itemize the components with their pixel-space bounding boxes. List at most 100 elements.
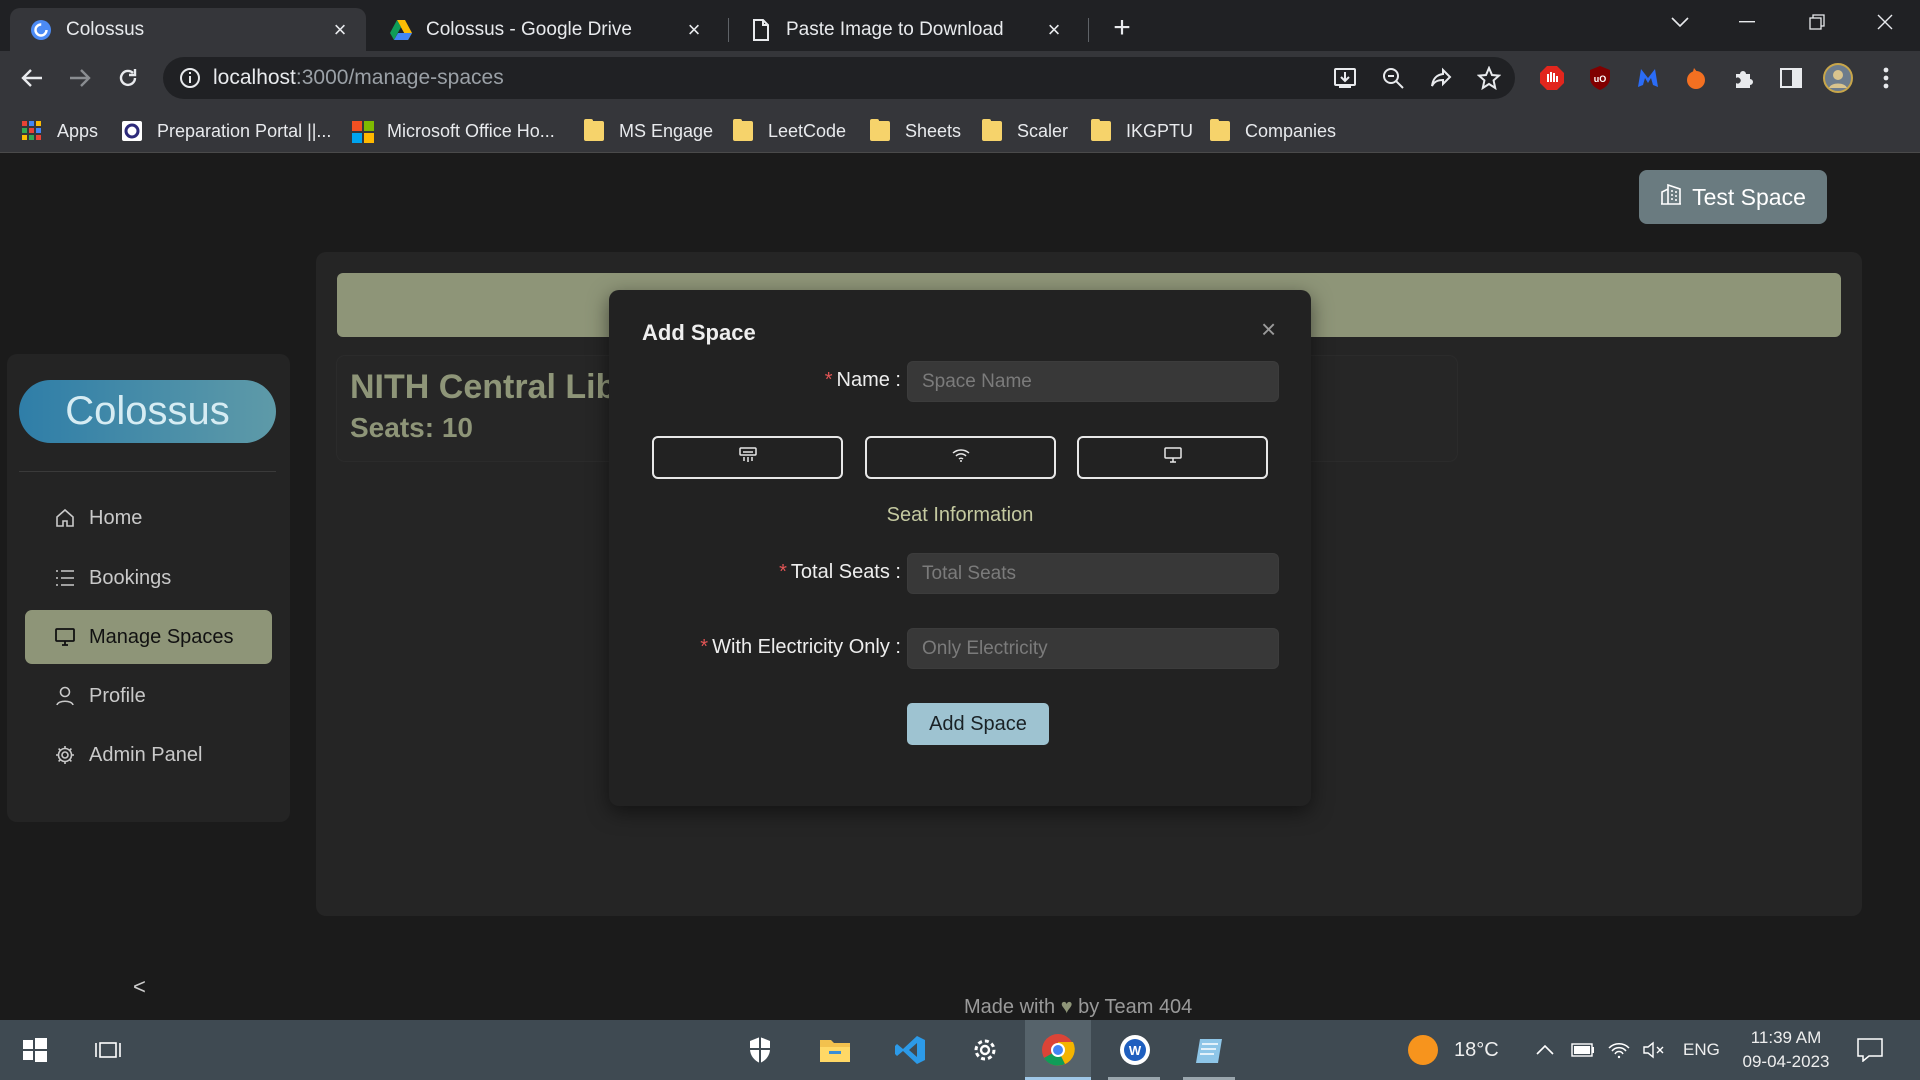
bookmark-ikgptu[interactable]: IKGPTU (1091, 114, 1193, 148)
user-icon (55, 686, 75, 706)
collapse-sidebar-chevron-icon[interactable]: < (133, 974, 146, 1000)
bookmark-leetcode[interactable]: LeetCode (733, 114, 846, 148)
new-tab-button[interactable]: + (1104, 10, 1140, 46)
settings-gear-icon[interactable] (963, 1028, 1007, 1072)
clock-date: 09-04-2023 (1742, 1052, 1830, 1071)
sidebar-item-label: Admin Panel (89, 743, 203, 766)
bookmark-label: LeetCode (768, 120, 847, 141)
ac-icon (738, 447, 757, 468)
show-hidden-icons-chevron-icon[interactable] (1536, 1020, 1554, 1080)
url-host: localhost (213, 66, 296, 89)
word-app-icon[interactable]: W (1113, 1028, 1157, 1072)
sidebar-item-manage-spaces[interactable]: Manage Spaces (25, 610, 272, 664)
back-arrow-icon[interactable] (12, 58, 52, 98)
vscode-icon[interactable] (888, 1028, 932, 1072)
space-name-input[interactable] (907, 361, 1279, 402)
tab-paste-image[interactable]: Paste Image to Download × (730, 8, 1080, 51)
electricity-label-text: With Electricity Only (712, 636, 890, 658)
svg-text:W: W (1129, 1043, 1142, 1058)
notepad-app-icon[interactable] (1188, 1028, 1232, 1072)
sidebar-item-home[interactable]: Home (25, 491, 272, 545)
bookmark-sheets[interactable]: Sheets (870, 114, 961, 148)
bookmark-apps[interactable]: Apps (22, 114, 98, 148)
restore-window-icon[interactable] (1782, 0, 1852, 44)
windows-taskbar: W 18°C ENG 11:39 AM 09-04-2023 (0, 1020, 1920, 1080)
ublock-extension-icon[interactable]: uO (1580, 58, 1620, 98)
chrome-icon[interactable] (1036, 1028, 1080, 1072)
profile-avatar[interactable] (1818, 58, 1858, 98)
tab-colossus[interactable]: Colossus × (10, 8, 366, 51)
current-space-label: Test Space (1692, 183, 1806, 210)
battery-icon[interactable] (1571, 1020, 1595, 1080)
site-info-icon[interactable] (179, 67, 201, 94)
bookmark-label: Microsoft Office Ho... (387, 120, 555, 141)
close-tab-icon[interactable]: × (328, 17, 352, 42)
tab-google-drive[interactable]: Colossus - Google Drive × (370, 8, 720, 51)
sidebar-item-label: Profile (89, 684, 146, 707)
bookmark-star-icon[interactable] (1476, 65, 1502, 95)
current-space-button[interactable]: Test Space (1639, 170, 1827, 224)
extensions-puzzle-icon[interactable] (1724, 58, 1764, 98)
modal-title: Add Space (642, 320, 756, 345)
apps-grid-icon (22, 121, 42, 141)
sidebar-item-label: Bookings (89, 566, 172, 589)
address-bar[interactable]: localhost:3000/manage-spaces (163, 57, 1515, 99)
bookmark-label: IKGPTU (1126, 120, 1194, 141)
tab-search-chevron-icon[interactable] (1645, 0, 1715, 44)
monitor-icon (1163, 447, 1182, 468)
bookmark-label: Sheets (905, 120, 962, 141)
bookmark-preparation-portal[interactable]: Preparation Portal ||... (122, 114, 331, 148)
bookmark-ms-engage[interactable]: MS Engage (584, 114, 713, 148)
amenity-ac-toggle[interactable] (652, 436, 843, 479)
task-view-icon[interactable] (86, 1028, 130, 1072)
wifi-icon (952, 448, 970, 467)
amenity-monitor-toggle[interactable] (1077, 436, 1268, 479)
side-panel-icon[interactable] (1771, 58, 1811, 98)
sidebar-item-profile[interactable]: Profile (25, 669, 272, 723)
extension-flame-icon[interactable] (1676, 58, 1716, 98)
malwarebytes-extension-icon[interactable] (1628, 58, 1668, 98)
volume-muted-icon[interactable] (1643, 1020, 1665, 1080)
bookmark-scaler[interactable]: Scaler (982, 114, 1068, 148)
list-icon (55, 568, 75, 588)
electricity-seats-input[interactable] (907, 628, 1279, 669)
notifications-icon[interactable] (1857, 1020, 1883, 1080)
windows-security-icon[interactable] (738, 1028, 782, 1072)
tab-title: Colossus (66, 18, 145, 40)
page-footer: Made with ♥ by Team 404 (964, 996, 1192, 1019)
sidebar-divider (19, 471, 276, 472)
folder-icon (733, 119, 753, 141)
windows-start-icon[interactable] (13, 1028, 57, 1072)
close-tab-icon[interactable]: × (682, 17, 706, 42)
system-clock[interactable]: 11:39 AM 09-04-2023 (1736, 1026, 1836, 1074)
space-card-title: NITH Central Lib (350, 368, 617, 406)
footer-text-before: Made with (964, 996, 1056, 1018)
seat-information-heading: Seat Information (886, 504, 1034, 526)
share-icon[interactable] (1429, 66, 1453, 95)
add-space-submit-button[interactable]: Add Space (907, 703, 1049, 745)
close-icon[interactable]: × (1261, 314, 1276, 345)
input-language[interactable]: ENG (1683, 1020, 1720, 1080)
amenity-wifi-toggle[interactable] (865, 436, 1056, 479)
bookmark-label: MS Engage (619, 120, 714, 141)
file-explorer-icon[interactable] (813, 1028, 857, 1072)
browser-menu-icon[interactable] (1866, 58, 1906, 98)
bookmark-microsoft-office[interactable]: Microsoft Office Ho... (352, 114, 555, 148)
bookmark-companies[interactable]: Companies (1210, 114, 1336, 148)
close-window-icon[interactable] (1850, 0, 1920, 44)
sidebar-item-admin-panel[interactable]: Admin Panel (25, 728, 272, 782)
zoom-out-icon[interactable] (1381, 66, 1405, 95)
app-logo[interactable]: Colossus (19, 380, 276, 443)
adblock-extension-icon[interactable] (1532, 58, 1572, 98)
wifi-status-icon[interactable] (1608, 1020, 1630, 1080)
sidebar-item-bookings[interactable]: Bookings (25, 551, 272, 605)
minimize-window-icon[interactable] (1712, 0, 1782, 44)
colossus-favicon-icon (30, 19, 52, 41)
reload-icon[interactable] (108, 58, 148, 98)
forward-arrow-icon[interactable] (60, 58, 100, 98)
close-tab-icon[interactable]: × (1042, 17, 1066, 42)
total-seats-input[interactable] (907, 553, 1279, 594)
weather-widget[interactable]: 18°C (1408, 1020, 1499, 1080)
install-app-icon[interactable] (1333, 66, 1357, 95)
bookmark-label: Scaler (1017, 120, 1069, 141)
